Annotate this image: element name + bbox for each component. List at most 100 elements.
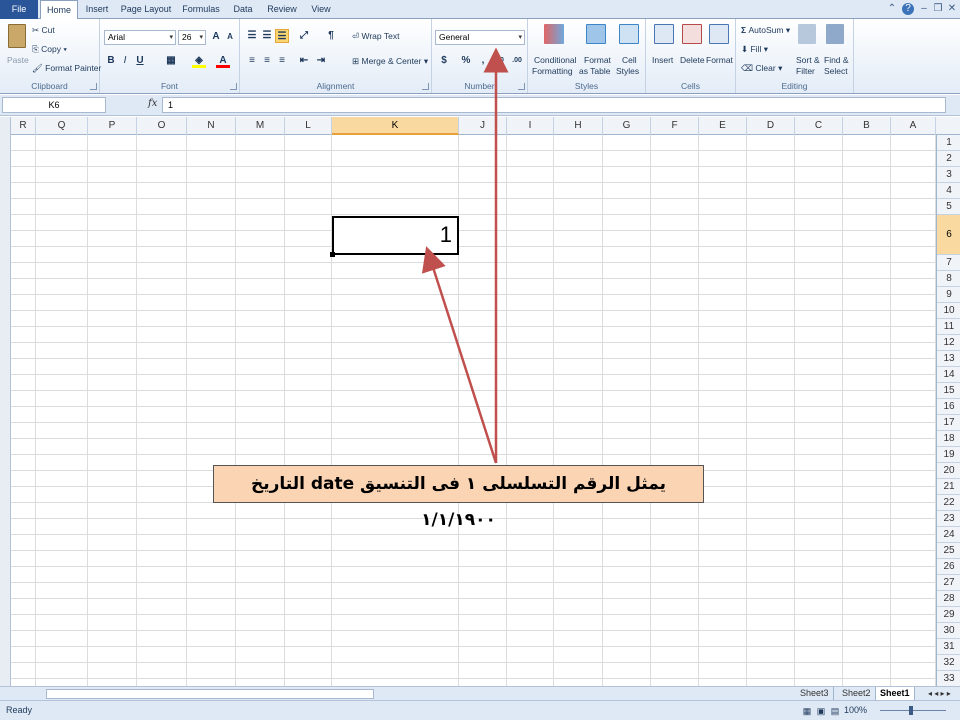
font-name-select[interactable]: Arial ▾ [104,30,176,45]
fill-button[interactable]: ⬇ Fill ▾ [741,44,768,55]
format-as-table-button[interactable]: Format [584,55,611,65]
column-header-m[interactable]: M [236,117,285,135]
row-header-24[interactable]: 24 [937,527,960,543]
column-header-d[interactable]: D [747,117,795,135]
window-restore-icon[interactable]: ❐ [932,3,944,15]
format-button[interactable]: Format [706,55,733,65]
name-box[interactable]: K6 [2,97,106,113]
sheet-tab-sheet2[interactable]: Sheet2 [838,687,876,701]
format-painter-button[interactable]: 🖌 Format Painter [32,63,101,74]
vertical-scrollbar[interactable] [0,117,11,686]
worksheet-grid[interactable] [11,135,936,686]
column-header-o[interactable]: O [137,117,187,135]
sort-filter-button[interactable]: Sort & [796,55,820,65]
row-header-16[interactable]: 16 [937,399,960,415]
row-header-18[interactable]: 18 [937,431,960,447]
bold-button[interactable]: B [104,54,118,68]
font-size-select[interactable]: 26 ▾ [178,30,206,45]
row-header-5[interactable]: 5 [937,199,960,215]
row-header-12[interactable]: 12 [937,335,960,351]
row-header-29[interactable]: 29 [937,607,960,623]
fill-color-icon[interactable]: ◈ [192,54,206,68]
conditional-formatting-button[interactable]: Conditional [534,55,577,65]
window-minimize-icon[interactable]: – [918,3,930,15]
align-center-icon[interactable]: ≡ [260,54,274,68]
italic-button[interactable]: I [118,54,132,68]
grow-font-button[interactable]: A [209,30,223,44]
copy-button[interactable]: ⎘ Copy ▾ [32,44,67,55]
format-cells-icon[interactable] [709,24,729,44]
row-header-21[interactable]: 21 [937,479,960,495]
delete-cells-icon[interactable] [682,24,702,44]
tab-formulas[interactable]: Formulas [180,0,222,19]
row-header-26[interactable]: 26 [937,559,960,575]
fill-handle[interactable] [330,252,335,257]
row-header-8[interactable]: 8 [937,271,960,287]
column-header-j[interactable]: J [459,117,507,135]
font-launcher-icon[interactable] [230,83,237,90]
column-header-c[interactable]: C [795,117,843,135]
increase-indent-icon[interactable]: ⇥ [314,54,328,68]
font-color-button[interactable]: A [216,54,230,68]
delete-button[interactable]: Delete [680,55,705,65]
column-header-i[interactable]: I [507,117,554,135]
row-header-32[interactable]: 32 [937,655,960,671]
sort-filter-icon[interactable] [798,24,816,44]
comma-style-button[interactable]: , [476,54,490,68]
column-header-q[interactable]: Q [36,117,88,135]
column-header-a[interactable]: A [891,117,936,135]
row-header-31[interactable]: 31 [937,639,960,655]
tab-view[interactable]: View [306,0,336,19]
formula-input[interactable]: 1 [162,97,946,113]
tab-file[interactable]: File [0,0,38,19]
row-header-27[interactable]: 27 [937,575,960,591]
column-header-b[interactable]: B [843,117,891,135]
cell-styles-icon[interactable] [619,24,639,44]
autosum-button[interactable]: Σ AutoSum ▾ [741,25,790,36]
decrease-decimal-icon[interactable]: .00 [510,54,524,68]
row-header-1[interactable]: 1 [937,135,960,151]
column-header-k[interactable]: K [332,117,459,135]
row-header-10[interactable]: 10 [937,303,960,319]
orientation-icon[interactable]: ⤢ [297,29,311,43]
clear-button[interactable]: ⌫ Clear ▾ [741,63,782,74]
underline-button[interactable]: U [133,54,147,68]
paste-icon[interactable] [8,24,26,48]
row-header-13[interactable]: 13 [937,351,960,367]
clipboard-launcher-icon[interactable] [90,83,97,90]
paste-button[interactable]: Paste [7,55,29,65]
row-header-6[interactable]: 6 [937,215,960,255]
number-format-select[interactable]: General ▾ [435,30,525,45]
row-header-9[interactable]: 9 [937,287,960,303]
column-header-p[interactable]: P [88,117,137,135]
sheet-nav-icon[interactable]: ◂ ◂ ▸ ▸ [924,687,955,701]
tab-review[interactable]: Review [264,0,300,19]
column-header-g[interactable]: G [603,117,651,135]
row-header-15[interactable]: 15 [937,383,960,399]
row-header-3[interactable]: 3 [937,167,960,183]
tab-home[interactable]: Home [40,0,78,20]
column-header-e[interactable]: E [699,117,747,135]
sheet-tab-sheet3[interactable]: Sheet3 [796,687,834,701]
text-direction-icon[interactable]: ¶ [324,29,338,43]
row-header-30[interactable]: 30 [937,623,960,639]
borders-icon[interactable]: ▦ [164,54,178,68]
row-header-28[interactable]: 28 [937,591,960,607]
cell-styles-button[interactable]: Cell [622,55,637,65]
minimize-ribbon-icon[interactable]: ⌃ [886,3,898,15]
row-header-25[interactable]: 25 [937,543,960,559]
page-break-view-icon[interactable]: ▤ [828,704,842,718]
zoom-slider[interactable] [880,710,946,711]
percent-button[interactable]: % [459,54,473,68]
accounting-format-icon[interactable]: $ [437,54,451,68]
row-header-4[interactable]: 4 [937,183,960,199]
zoom-slider-thumb[interactable] [909,706,913,715]
row-header-22[interactable]: 22 [937,495,960,511]
decrease-indent-icon[interactable]: ⇤ [297,54,311,68]
wrap-text-button[interactable]: ⏎ Wrap Text [352,31,399,42]
number-launcher-icon[interactable] [518,83,525,90]
conditional-formatting-icon[interactable] [544,24,564,44]
align-top-icon[interactable]: ☰ [245,29,259,43]
sheet-tab-sheet1[interactable]: Sheet1 [876,687,915,701]
active-cell-k6[interactable]: 1 [332,216,459,255]
